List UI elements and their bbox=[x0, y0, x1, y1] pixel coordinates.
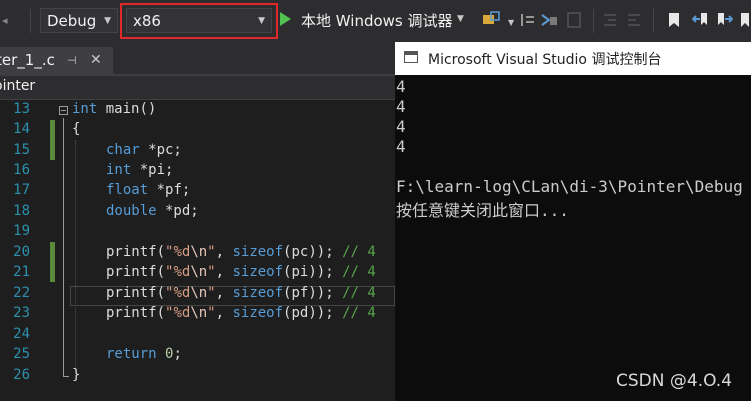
chevron-down-icon[interactable]: ▼ bbox=[508, 18, 514, 27]
start-debugging-button[interactable]: 本地 Windows 调试器 bbox=[301, 10, 453, 31]
tab-label: ter_1_.c bbox=[0, 51, 55, 69]
chevron-down-icon[interactable]: ▼ bbox=[457, 14, 464, 24]
console-title: Microsoft Visual Studio 调试控制台 bbox=[428, 52, 662, 68]
console-line: 4 bbox=[396, 77, 406, 96]
line-number: 17 bbox=[13, 182, 30, 198]
bookmark-icon[interactable] bbox=[665, 11, 683, 29]
line-number: 13 bbox=[13, 101, 30, 117]
step-icon[interactable] bbox=[540, 11, 558, 29]
toolbar-separator bbox=[653, 9, 654, 33]
code-line: int *pi; bbox=[106, 162, 174, 178]
change-marker bbox=[50, 120, 55, 160]
console-title-bar[interactable]: Microsoft Visual Studio 调试控制台 bbox=[395, 42, 751, 75]
console-line: F:\learn-log\CLan\di-3\Pointer\Debug bbox=[396, 177, 743, 196]
pin-icon[interactable]: ⊣ bbox=[67, 47, 77, 74]
navigation-bar: ointer bbox=[0, 76, 395, 100]
document-tab-strip: ter_1_.c ⊣ ✕ bbox=[0, 42, 395, 76]
line-number: 24 bbox=[13, 326, 30, 342]
line-number: 19 bbox=[13, 223, 30, 239]
console-line: 4 bbox=[396, 137, 406, 156]
code-line: char *pc; bbox=[106, 142, 182, 158]
play-icon[interactable] bbox=[280, 12, 291, 26]
fold-guide-end bbox=[63, 376, 69, 377]
line-number: 20 bbox=[13, 244, 30, 260]
toolbar-separator bbox=[30, 9, 31, 33]
toolbar: ◂ Debug ▼ x86 ▼ 本地 Windows 调试器 ▼ ▼ bbox=[0, 0, 751, 42]
solution-config-select[interactable]: Debug ▼ bbox=[40, 8, 118, 33]
bookmark-next-icon[interactable] bbox=[715, 11, 734, 29]
solution-config-value: Debug bbox=[47, 12, 97, 30]
console-line: 4 bbox=[396, 117, 406, 136]
code-line: printf("%d\n", sizeof(pf)); // 4 bbox=[106, 285, 376, 301]
toolbar-separator bbox=[593, 9, 594, 33]
code-line: float *pf; bbox=[106, 182, 191, 198]
code-line: } bbox=[72, 367, 81, 383]
line-number: 22 bbox=[13, 285, 30, 301]
bookmark-clear-icon[interactable] bbox=[738, 11, 751, 29]
line-number: 25 bbox=[13, 346, 30, 362]
disabled-icon bbox=[566, 11, 584, 29]
line-number: 26 bbox=[13, 367, 30, 383]
code-editor[interactable]: 13 14 15 16 17 18 19 20 21 22 23 24 25 2… bbox=[0, 100, 395, 401]
close-icon[interactable]: ✕ bbox=[90, 47, 102, 74]
code-line: printf("%d\n", sizeof(pi)); // 4 bbox=[106, 264, 376, 280]
console-line: 按任意键关闭此窗口... bbox=[396, 201, 569, 220]
code-line: int main() bbox=[72, 101, 157, 117]
chevron-down-icon: ▼ bbox=[104, 16, 111, 26]
project-scope-dropdown[interactable]: ointer bbox=[0, 78, 35, 94]
platform-highlight-annotation bbox=[120, 3, 278, 39]
console-app-icon bbox=[404, 51, 418, 63]
watermark: CSDN @4.O.4 bbox=[616, 371, 733, 391]
code-line: { bbox=[72, 121, 81, 137]
find-in-files-icon[interactable] bbox=[482, 11, 500, 29]
code-line: double *pd; bbox=[106, 203, 199, 219]
console-line: 4 bbox=[396, 97, 406, 116]
collapse-icon[interactable] bbox=[59, 106, 68, 115]
tab-pointer-file[interactable]: ter_1_.c ⊣ ✕ bbox=[0, 47, 113, 74]
bookmark-prev-icon[interactable] bbox=[691, 11, 710, 29]
debug-console-window[interactable]: Microsoft Visual Studio 调试控制台 4 4 4 4 F:… bbox=[395, 42, 751, 401]
nav-back-icon[interactable]: ◂ bbox=[2, 14, 8, 27]
outdent-icon bbox=[625, 11, 643, 29]
code-line: printf("%d\n", sizeof(pc)); // 4 bbox=[106, 244, 376, 260]
line-number: 21 bbox=[13, 264, 30, 280]
line-number: 18 bbox=[13, 203, 30, 219]
line-number: 23 bbox=[13, 305, 30, 321]
line-number: 15 bbox=[13, 142, 30, 158]
code-line: return 0; bbox=[106, 346, 182, 362]
change-marker bbox=[50, 242, 55, 282]
line-number: 14 bbox=[13, 121, 30, 137]
line-number: 16 bbox=[13, 162, 30, 178]
fold-guide bbox=[63, 118, 64, 376]
indent-guide bbox=[75, 140, 76, 376]
show-threads-icon[interactable] bbox=[519, 11, 537, 29]
code-line: printf("%d\n", sizeof(pd)); // 4 bbox=[106, 305, 376, 321]
indent-icon bbox=[601, 11, 619, 29]
